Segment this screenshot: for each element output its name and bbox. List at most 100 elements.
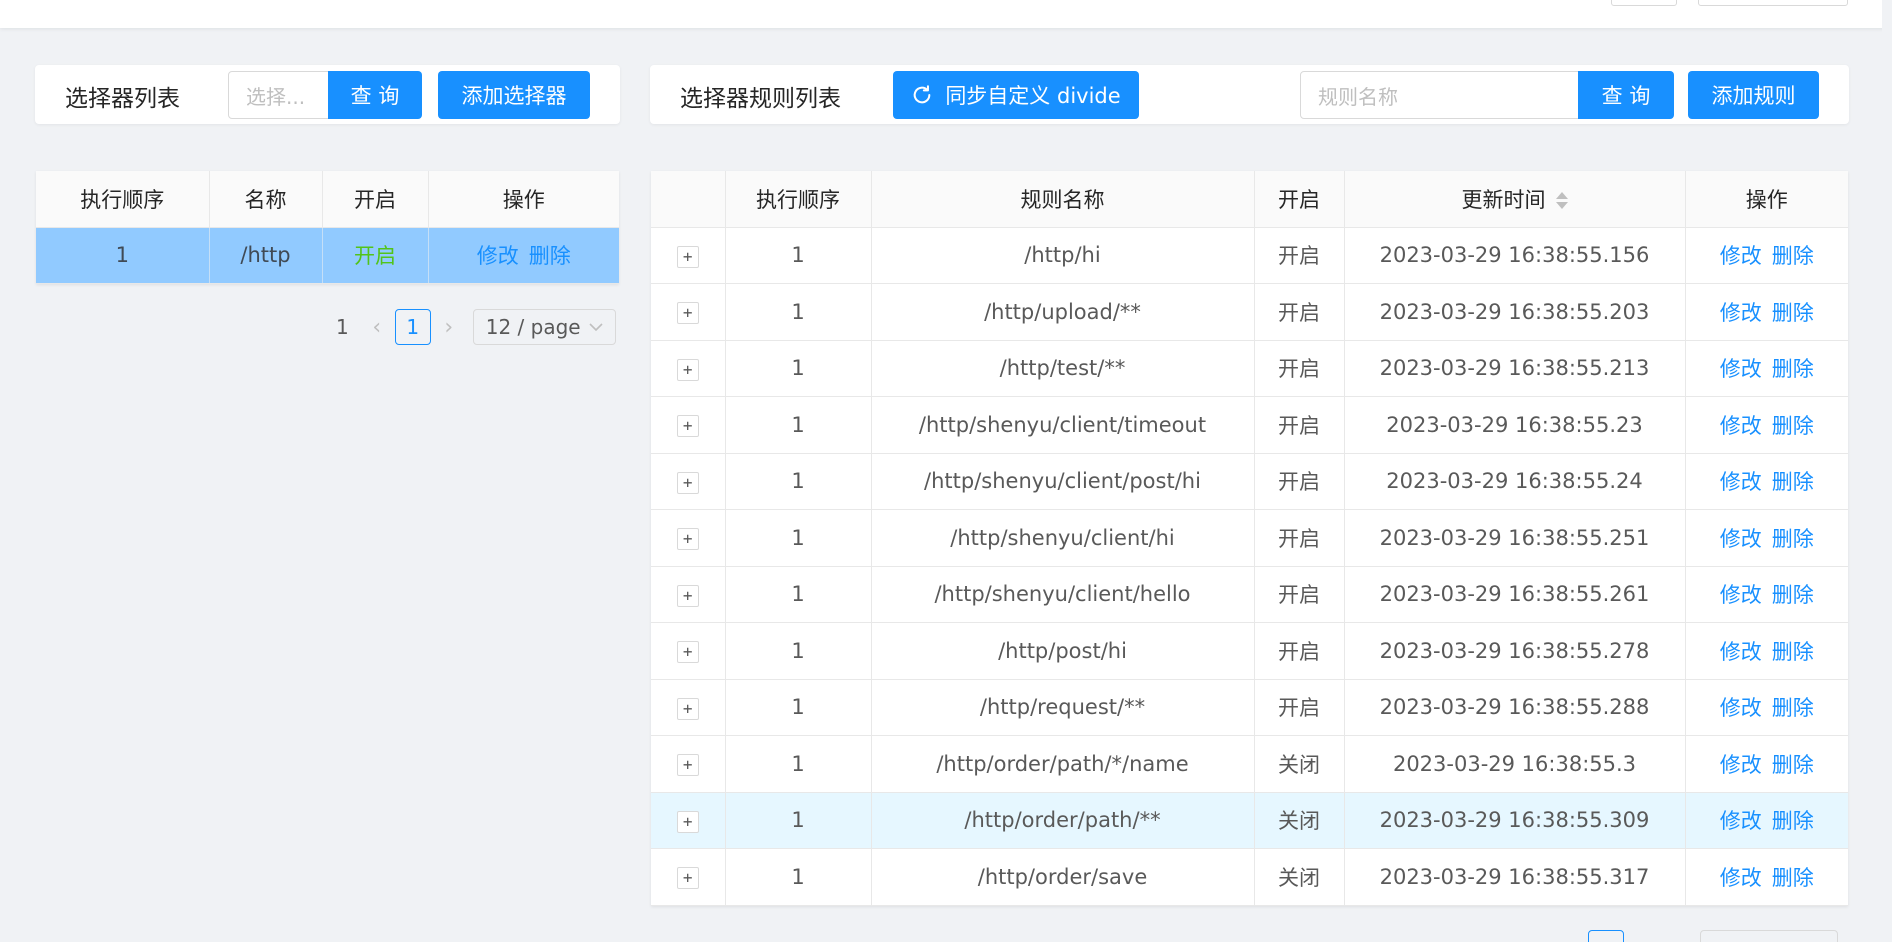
plus-square-icon[interactable]: + <box>676 584 699 607</box>
delete-link[interactable]: 删除 <box>1772 640 1814 664</box>
selector-row[interactable]: 1 /http 开启 修改 删除 <box>36 227 619 284</box>
rule-actions: 修改 删除 <box>1685 396 1848 454</box>
sync-divide-button[interactable]: 同步自定义 divide <box>893 71 1139 119</box>
top-header-bar <box>0 0 1892 28</box>
next-page-icon[interactable]: › <box>431 315 467 340</box>
edit-link[interactable]: 修改 <box>477 244 519 268</box>
selector-query-button[interactable]: 查 询 <box>328 71 422 119</box>
column-header-update-time[interactable]: 更新时间 <box>1344 171 1686 228</box>
edit-link[interactable]: 修改 <box>1720 866 1762 890</box>
delete-link[interactable]: 删除 <box>1772 753 1814 777</box>
page-number-current[interactable]: 1 <box>394 309 431 345</box>
rule-status: 关闭 <box>1254 792 1345 849</box>
plus-square-icon[interactable]: + <box>676 528 699 551</box>
scrollbar-track[interactable] <box>1882 0 1892 942</box>
plus-square-icon[interactable]: + <box>676 754 699 777</box>
rule-row: + 1 /http/upload/** 开启 2023-03-29 16:38:… <box>651 283 1848 341</box>
add-rule-button[interactable]: 添加规则 <box>1688 71 1819 119</box>
rule-actions: 修改 删除 <box>1685 679 1848 736</box>
rule-name: /http/test/** <box>871 340 1255 397</box>
rule-name: /http/shenyu/client/hi <box>871 509 1255 567</box>
rule-query-button[interactable]: 查 询 <box>1578 71 1674 119</box>
rule-actions: 修改 删除 <box>1685 283 1848 341</box>
add-selector-button[interactable]: 添加选择器 <box>438 71 590 119</box>
column-header-name: 名称 <box>209 171 323 228</box>
prev-page-icon[interactable]: ‹ <box>359 315 395 340</box>
edit-link[interactable]: 修改 <box>1720 414 1762 438</box>
rule-update-time: 2023-03-29 16:38:55.156 <box>1344 227 1686 284</box>
rule-order: 1 <box>725 509 872 567</box>
rule-name: /http/shenyu/client/timeout <box>871 396 1255 454</box>
rule-order: 1 <box>725 396 872 454</box>
rule-actions: 修改 删除 <box>1685 227 1848 284</box>
delete-link[interactable]: 删除 <box>1772 809 1814 833</box>
page-size-select[interactable]: 12 / page <box>472 309 616 345</box>
rule-status: 关闭 <box>1254 848 1345 906</box>
edit-link[interactable]: 修改 <box>1720 809 1762 833</box>
rule-order: 1 <box>725 792 872 849</box>
plus-square-icon[interactable]: + <box>676 358 699 381</box>
rule-header-card: 选择器规则列表 同步自定义 divide 规则名称 查 询 添加规则 <box>650 65 1849 124</box>
expand-cell: + <box>651 396 726 454</box>
column-header-order: 执行顺序 <box>725 171 872 228</box>
rule-status: 开启 <box>1254 396 1345 454</box>
rule-name: /http/upload/** <box>871 283 1255 341</box>
rule-actions: 修改 删除 <box>1685 622 1848 680</box>
expand-cell: + <box>651 735 726 793</box>
delete-link[interactable]: 删除 <box>1772 696 1814 720</box>
delete-link[interactable]: 删除 <box>1772 583 1814 607</box>
selector-search-input[interactable]: 选择... <box>228 71 329 119</box>
update-time-label: 更新时间 <box>1461 187 1546 212</box>
rule-update-time: 2023-03-29 16:38:55.317 <box>1344 848 1686 906</box>
delete-link[interactable]: 删除 <box>1772 470 1814 494</box>
rule-row: + 1 /http/shenyu/client/hi 开启 2023-03-29… <box>651 509 1848 567</box>
edit-link[interactable]: 修改 <box>1720 753 1762 777</box>
rule-name: /http/order/path/*/name <box>871 735 1255 793</box>
selector-table-header: 执行顺序 名称 开启 操作 <box>36 171 619 228</box>
rule-actions: 修改 删除 <box>1685 340 1848 397</box>
delete-link[interactable]: 删除 <box>1772 866 1814 890</box>
plus-square-icon[interactable]: + <box>676 641 699 664</box>
edit-link[interactable]: 修改 <box>1720 470 1762 494</box>
rule-search-input[interactable]: 规则名称 <box>1300 71 1579 119</box>
rule-name: /http/hi <box>871 227 1255 284</box>
column-header-expand <box>651 171 726 228</box>
plus-square-icon[interactable]: + <box>676 471 699 494</box>
sort-caret-icon[interactable] <box>1555 191 1568 211</box>
edit-link[interactable]: 修改 <box>1720 244 1762 268</box>
rule-update-time: 2023-03-29 16:38:55.251 <box>1344 509 1686 567</box>
rule-order: 1 <box>725 283 872 341</box>
sync-divide-label: 同步自定义 divide <box>945 84 1121 108</box>
delete-link[interactable]: 删除 <box>1772 244 1814 268</box>
delete-link[interactable]: 删除 <box>529 244 571 268</box>
page-size-select[interactable] <box>1700 930 1838 942</box>
selector-table: 执行顺序 名称 开启 操作 1 /http 开启 修改 删除 <box>36 171 619 284</box>
delete-link[interactable]: 删除 <box>1772 301 1814 325</box>
delete-link[interactable]: 删除 <box>1772 357 1814 381</box>
plus-square-icon[interactable]: + <box>676 415 699 438</box>
rule-order: 1 <box>725 622 872 680</box>
rule-order: 1 <box>725 566 872 623</box>
edit-link[interactable]: 修改 <box>1720 583 1762 607</box>
plus-square-icon[interactable]: + <box>676 302 699 325</box>
plus-square-icon[interactable]: + <box>676 867 699 890</box>
plus-square-icon[interactable]: + <box>676 810 699 833</box>
rule-actions: 修改 删除 <box>1685 566 1848 623</box>
edit-link[interactable]: 修改 <box>1720 527 1762 551</box>
rule-list-title: 选择器规则列表 <box>680 86 841 112</box>
expand-cell: + <box>651 509 726 567</box>
rule-update-time: 2023-03-29 16:38:55.3 <box>1344 735 1686 793</box>
edit-link[interactable]: 修改 <box>1720 357 1762 381</box>
edit-link[interactable]: 修改 <box>1720 696 1762 720</box>
plus-square-icon[interactable]: + <box>676 245 699 268</box>
page-number-current[interactable] <box>1588 930 1624 942</box>
plus-square-icon[interactable]: + <box>676 697 699 720</box>
rule-name: /http/order/path/** <box>871 792 1255 849</box>
edit-link[interactable]: 修改 <box>1720 640 1762 664</box>
delete-link[interactable]: 删除 <box>1772 414 1814 438</box>
delete-link[interactable]: 删除 <box>1772 527 1814 551</box>
header-select[interactable] <box>1698 0 1848 6</box>
edit-link[interactable]: 修改 <box>1720 301 1762 325</box>
rule-actions: 修改 删除 <box>1685 509 1848 567</box>
header-button[interactable] <box>1611 0 1677 6</box>
